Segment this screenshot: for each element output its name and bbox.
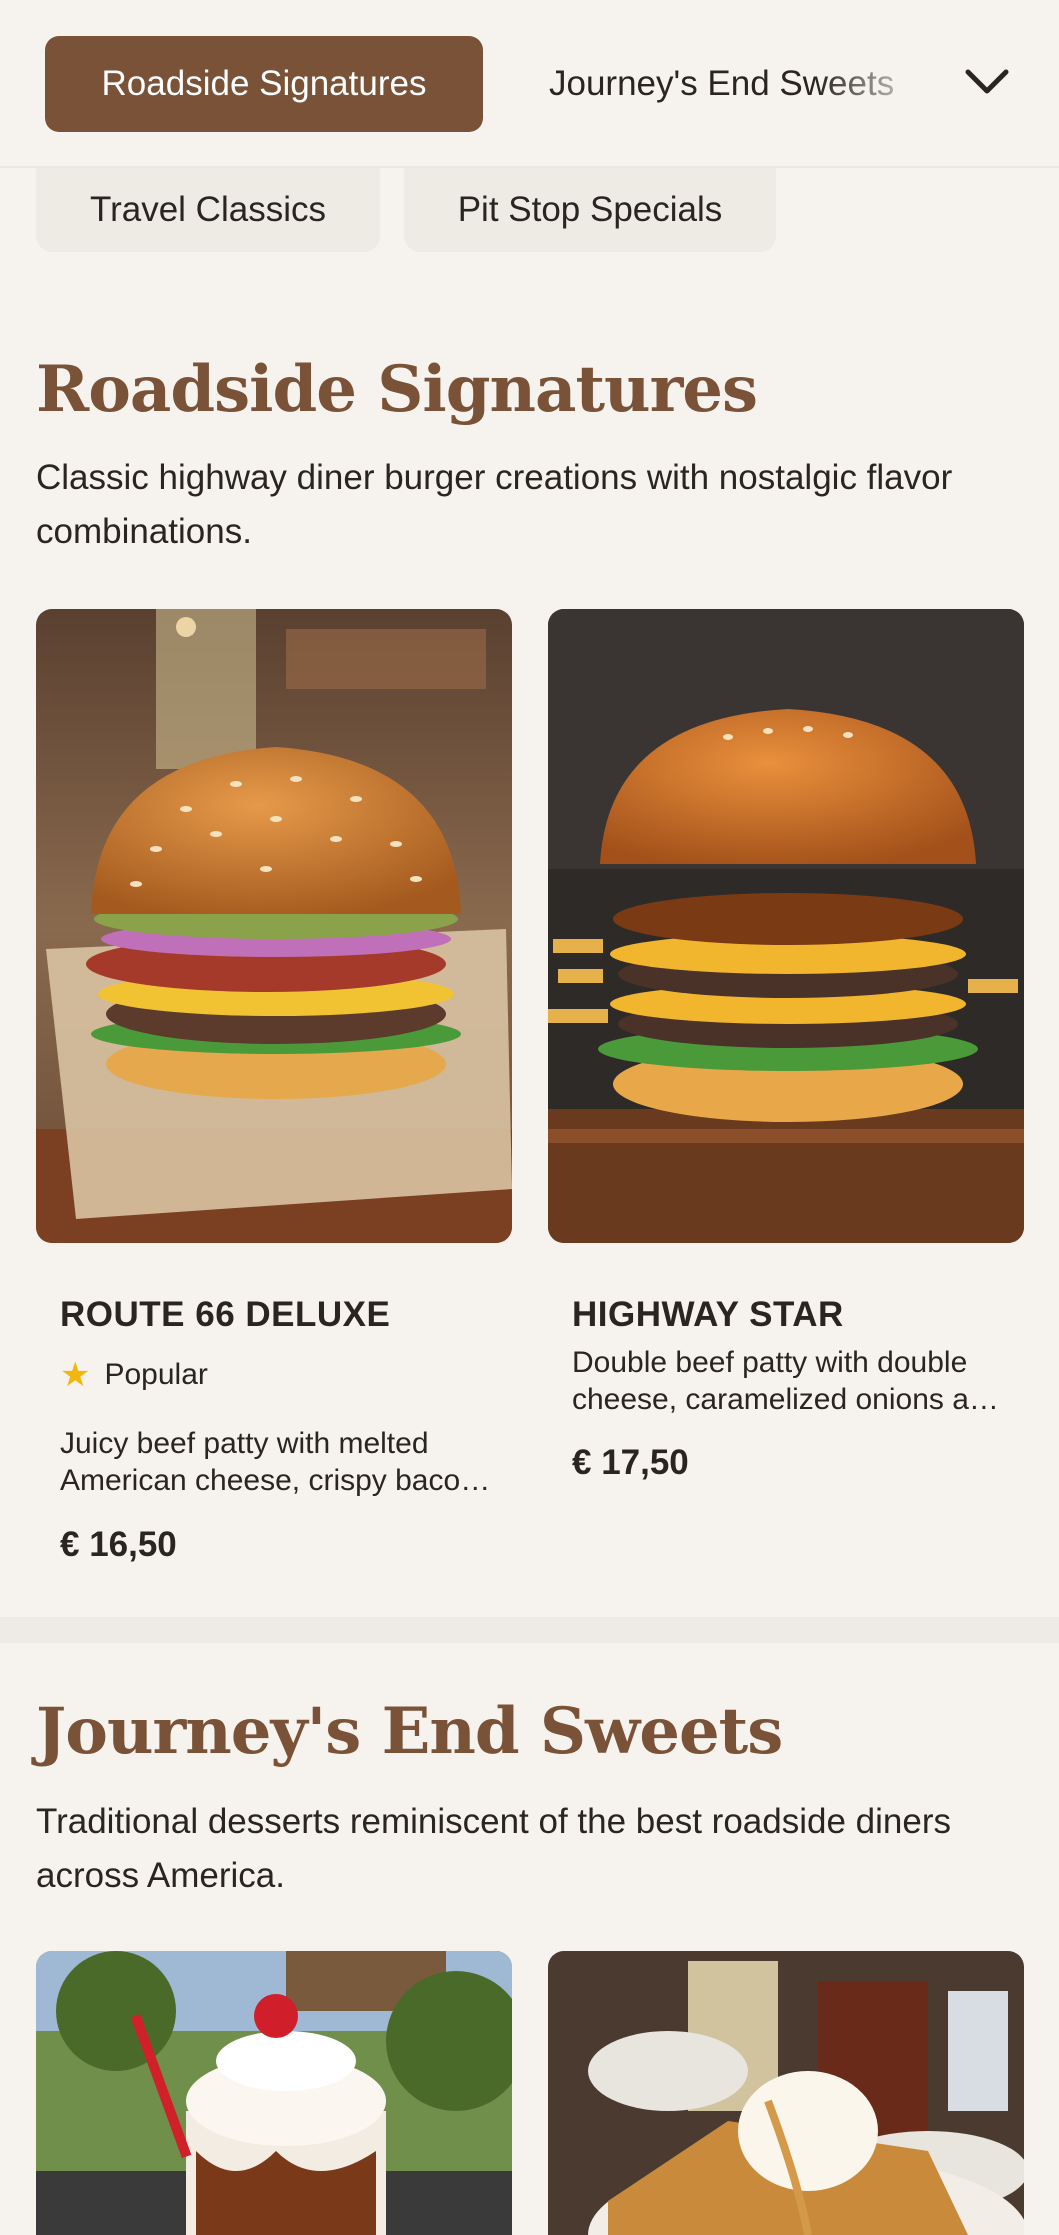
category-tab-journeys-end-sweets[interactable]: Journey's End Sweets	[549, 36, 933, 132]
category-tab-roadside-signatures[interactable]: Roadside Signatures	[45, 36, 483, 132]
popular-badge: ★ Popular	[60, 1355, 208, 1395]
sundae-image[interactable]	[36, 1951, 512, 2235]
category-chip-pit-stop-specials[interactable]: Pit Stop Specials	[404, 168, 776, 252]
item-price: € 16,50	[60, 1525, 177, 1564]
section-title: Journey's End Sweets	[36, 1694, 783, 1769]
route-66-deluxe-image[interactable]	[36, 609, 512, 1243]
section-title: Roadside Signatures	[36, 352, 758, 427]
item-description: Juicy beef patty with melted American ch…	[60, 1427, 486, 1497]
item-price: € 17,50	[572, 1443, 689, 1482]
item-name[interactable]: HIGHWAY STAR	[572, 1295, 844, 1335]
section-description: Classic highway diner burger creations w…	[36, 458, 953, 551]
category-nav: Roadside Signatures Journey's End Sweets	[0, 0, 1059, 168]
highway-star-image[interactable]	[548, 609, 1024, 1243]
chevron-down-icon[interactable]	[962, 62, 1012, 102]
badge-label: Popular	[104, 1358, 208, 1391]
pie-image[interactable]	[548, 1951, 1024, 2235]
category-chip-travel-classics[interactable]: Travel Classics	[36, 168, 380, 252]
section-divider	[0, 1617, 1059, 1643]
section-description: Traditional desserts reminiscent of the …	[36, 1802, 951, 1895]
star-icon: ★	[60, 1356, 91, 1394]
item-description: Double beef patty with double cheese, ca…	[572, 1346, 1003, 1416]
item-name[interactable]: ROUTE 66 DELUXE	[60, 1295, 390, 1335]
